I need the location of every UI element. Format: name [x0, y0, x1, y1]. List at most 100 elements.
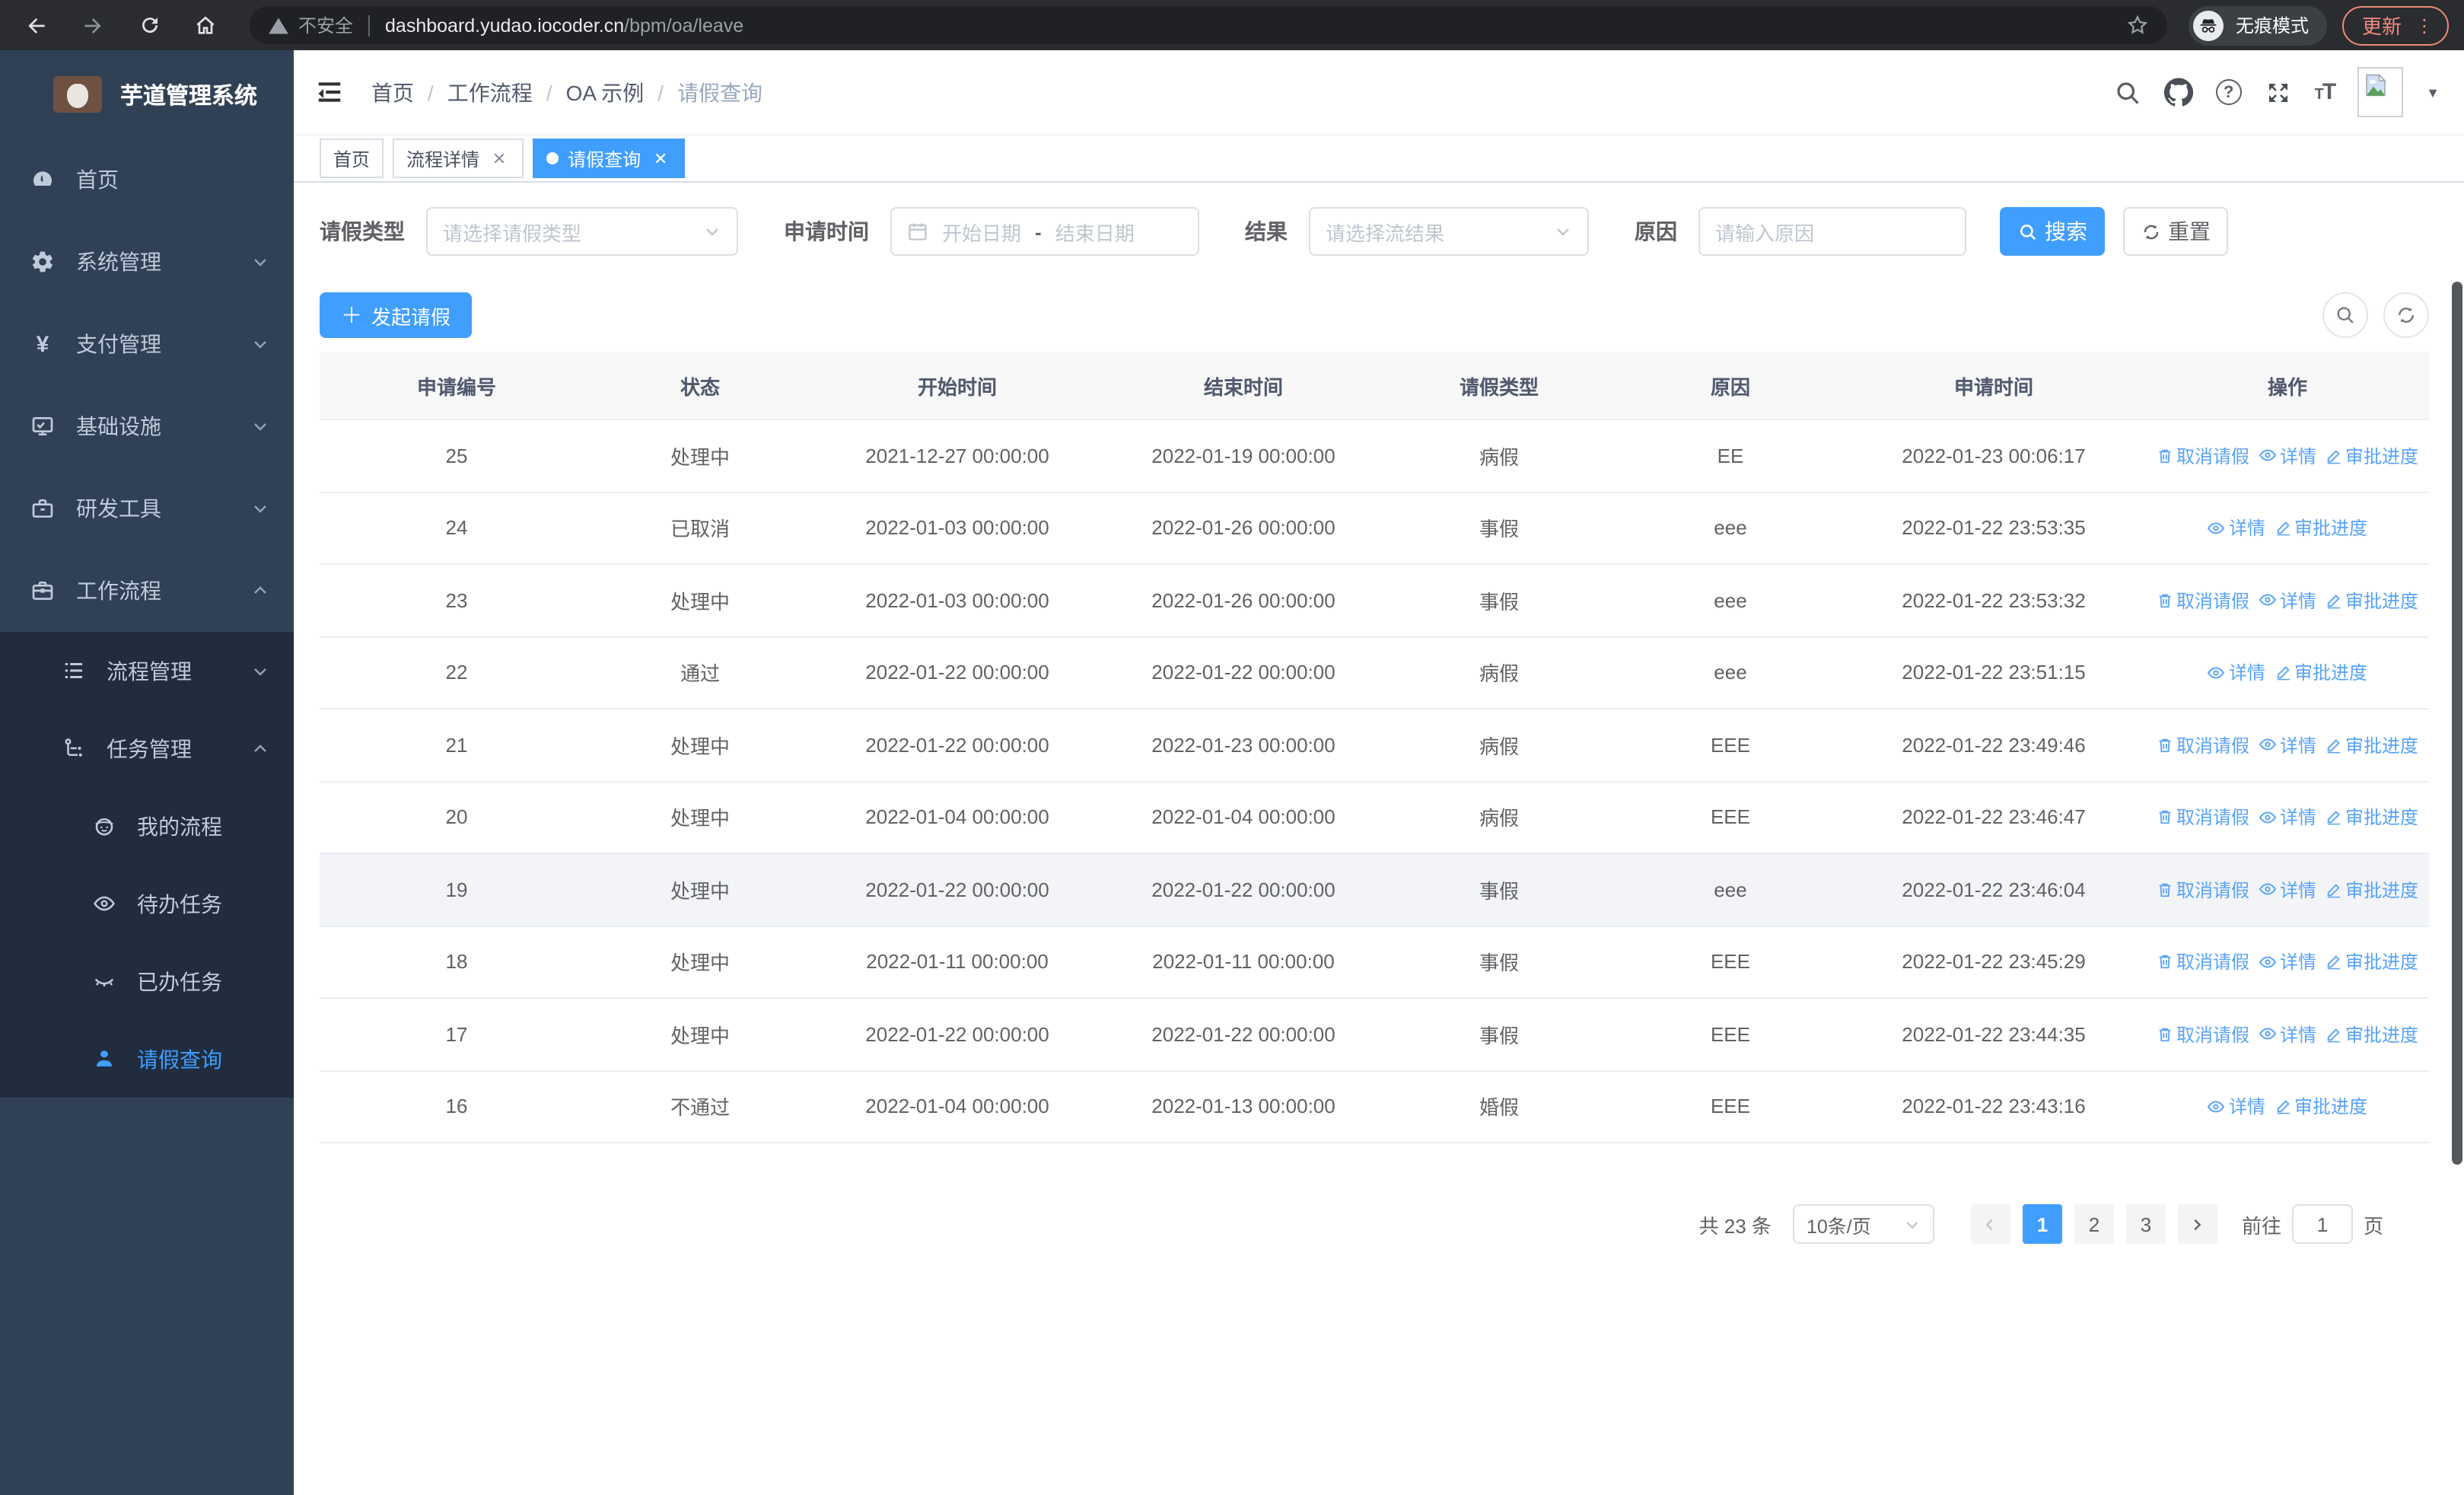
header-search-button[interactable]	[2114, 78, 2141, 106]
sidebar-item-my-process[interactable]: 我的流程	[0, 787, 294, 865]
eye-icon	[2259, 594, 2277, 607]
approval-progress-action-link[interactable]: 审批进度	[2275, 1094, 2367, 1120]
toggle-search-button[interactable]	[2322, 292, 2368, 338]
cancel-leave-action-link[interactable]: 取消请假	[2157, 949, 2249, 975]
leave-type-select[interactable]: 请选择请假类型	[426, 207, 738, 256]
browser-forward-button[interactable]	[72, 4, 114, 46]
page-button-2[interactable]: 2	[2074, 1204, 2114, 1244]
browser-back-button[interactable]	[15, 4, 58, 46]
address-bar[interactable]: 不安全 dashboard.yudao.iocoder.cn /bpm/oa/l…	[250, 6, 2167, 44]
detail-action-link[interactable]: 详情	[2259, 443, 2316, 469]
cell: 24	[445, 516, 468, 540]
tag-process-detail[interactable]: 流程详情 ✕	[393, 139, 524, 178]
page-size-select[interactable]: 10条/页	[1792, 1204, 1934, 1244]
sidebar-item-todo-tasks[interactable]: 待办任务	[0, 865, 294, 942]
sidebar-item-system[interactable]: 系统管理	[0, 221, 294, 303]
cancel-leave-action-link[interactable]: 取消请假	[2157, 443, 2249, 469]
app-logo[interactable]: 芋道管理系统	[0, 50, 294, 139]
help-icon[interactable]: ?	[2215, 79, 2242, 105]
cancel-leave-action-link[interactable]: 取消请假	[2157, 805, 2249, 830]
search-button[interactable]: 搜索	[2000, 207, 2105, 256]
detail-action-link[interactable]: 详情	[2259, 877, 2316, 903]
github-link[interactable]	[2163, 78, 2193, 107]
cell: 处理中	[670, 879, 730, 903]
page-button-3[interactable]: 3	[2125, 1204, 2166, 1244]
action-label: 取消请假	[2176, 807, 2249, 829]
edit-pencil-icon	[2276, 521, 2290, 536]
page-button-1[interactable]: 1	[2022, 1204, 2062, 1244]
reset-button[interactable]: 重置	[2123, 207, 2228, 256]
sidebar-item-home[interactable]: 首页	[0, 139, 294, 221]
sidebar-item-infra[interactable]: 基础设施	[0, 385, 294, 467]
column-header: 申请编号	[416, 375, 496, 398]
detail-action-link[interactable]: 详情	[2259, 805, 2316, 830]
browser-home-button[interactable]	[184, 4, 227, 46]
sidebar-item-done-tasks[interactable]: 已办任务	[0, 942, 294, 1020]
reason-input[interactable]: 请输入原因	[1698, 207, 1966, 256]
action-label: 审批进度	[2294, 1096, 2368, 1118]
browser-reload-button[interactable]	[128, 4, 170, 46]
sidebar-item-workflow[interactable]: 工作流程	[0, 550, 294, 632]
sidebar-item-dev[interactable]: 研发工具	[0, 467, 294, 550]
approval-progress-action-link[interactable]: 审批进度	[2326, 877, 2418, 903]
address-divider	[368, 14, 371, 36]
start-date-placeholder: 开始日期	[942, 222, 1022, 244]
goto-page-input[interactable]: 1	[2291, 1204, 2353, 1244]
incognito-label: 无痕模式	[2235, 15, 2309, 37]
detail-action-link[interactable]: 详情	[2259, 1022, 2316, 1047]
avatar-dropdown-caret-icon[interactable]: ▼	[2426, 84, 2440, 100]
breadcrumb-item[interactable]: 首页	[371, 77, 414, 107]
sidebar-item-leave-query[interactable]: 请假查询	[0, 1020, 294, 1098]
close-icon[interactable]: ✕	[650, 148, 671, 168]
action-label: 取消请假	[2176, 735, 2249, 757]
result-select[interactable]: 请选择流结果	[1309, 207, 1589, 256]
approval-progress-action-link[interactable]: 审批进度	[2326, 805, 2418, 830]
browser-menu-icon[interactable]: ⋮	[2415, 14, 2434, 36]
approval-progress-action-link[interactable]: 审批进度	[2275, 660, 2367, 686]
cell: 25	[445, 444, 468, 467]
detail-action-link[interactable]: 详情	[2208, 660, 2265, 686]
sidebar-item-process-manage[interactable]: 流程管理	[0, 632, 294, 709]
bookmark-star-icon[interactable]	[2126, 14, 2149, 37]
table-row: 25 处理中 2021-12-27 00:00:00 2022-01-19 00:00…	[320, 420, 2429, 492]
create-leave-button[interactable]: ＋ 发起请假	[320, 292, 473, 338]
cell: eee	[1714, 661, 1747, 684]
font-size-button[interactable]: TT	[2315, 79, 2337, 105]
apply-time-range-picker[interactable]: 开始日期 - 结束日期	[890, 207, 1199, 256]
close-icon[interactable]: ✕	[489, 148, 510, 168]
approval-progress-action-link[interactable]: 审批进度	[2326, 588, 2418, 614]
browser-update-button[interactable]: 更新 ⋮	[2341, 5, 2449, 45]
cell: 2022-01-22 23:51:15	[1902, 661, 2086, 684]
table-row: 19 处理中 2022-01-22 00:00:00 2022-01-22 00:00…	[320, 854, 2429, 926]
cancel-leave-action-link[interactable]: 取消请假	[2157, 1022, 2249, 1047]
approval-progress-action-link[interactable]: 审批进度	[2326, 1022, 2418, 1047]
detail-action-link[interactable]: 详情	[2208, 515, 2265, 541]
breadcrumb-item[interactable]: OA 示例	[533, 77, 645, 107]
approval-progress-action-link[interactable]: 审批进度	[2326, 443, 2418, 469]
approval-progress-action-link[interactable]: 审批进度	[2326, 949, 2418, 975]
detail-action-link[interactable]: 详情	[2208, 1094, 2265, 1120]
tags-view-bar: 首页 流程详情 ✕ 请假查询 ✕	[294, 135, 2464, 183]
refresh-table-button[interactable]	[2383, 292, 2429, 338]
sidebar-collapse-button[interactable]	[315, 78, 344, 107]
next-page-button[interactable]	[2177, 1204, 2217, 1244]
cancel-leave-action-link[interactable]: 取消请假	[2157, 732, 2249, 758]
approval-progress-action-link[interactable]: 审批进度	[2275, 515, 2367, 541]
sidebar-item-task-manage[interactable]: 任务管理	[0, 709, 294, 787]
detail-action-link[interactable]: 详情	[2259, 949, 2316, 975]
fullscreen-button[interactable]	[2265, 78, 2292, 106]
breadcrumb-item[interactable]: 工作流程	[414, 77, 533, 107]
screen: 不安全 dashboard.yudao.iocoder.cn /bpm/oa/l…	[0, 0, 2464, 1495]
tag-leave-query-active[interactable]: 请假查询 ✕	[533, 139, 686, 178]
cancel-leave-action-link[interactable]: 取消请假	[2157, 588, 2249, 614]
approval-progress-action-link[interactable]: 审批进度	[2326, 732, 2418, 758]
cell: 2022-01-04 00:00:00	[865, 1095, 1049, 1118]
prev-page-button[interactable]	[1970, 1204, 2010, 1244]
scrollbar-thumb[interactable]	[2452, 282, 2462, 1165]
detail-action-link[interactable]: 详情	[2259, 588, 2316, 614]
avatar[interactable]	[2357, 67, 2404, 117]
cancel-leave-action-link[interactable]: 取消请假	[2157, 877, 2249, 903]
sidebar-item-pay[interactable]: ¥ 支付管理	[0, 303, 294, 385]
detail-action-link[interactable]: 详情	[2259, 732, 2316, 758]
tag-home[interactable]: 首页	[320, 139, 384, 178]
